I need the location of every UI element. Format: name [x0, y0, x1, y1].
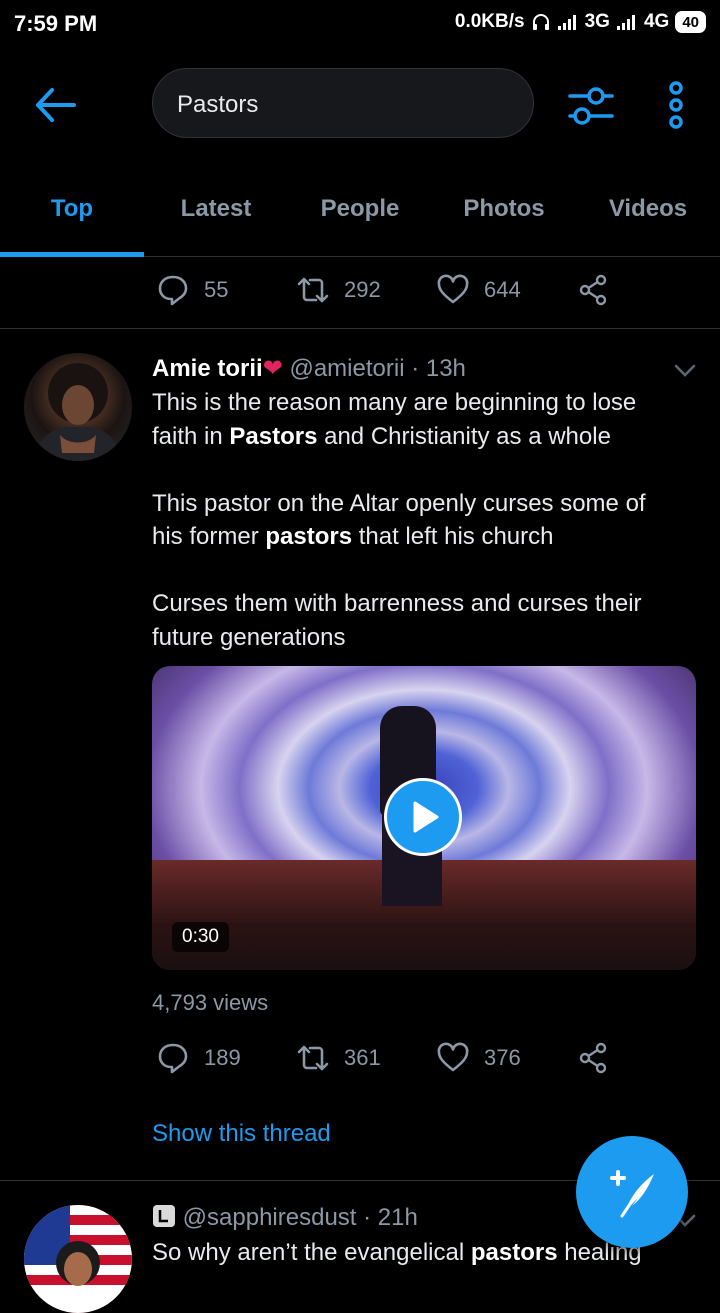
heart-emoji-icon: ❤: [262, 355, 283, 382]
play-button[interactable]: [384, 778, 462, 856]
text-span: Curses them with barrenness and curses t…: [152, 590, 642, 617]
text-line: This is the reason many are beginning to…: [152, 386, 682, 420]
chevron-down-icon[interactable]: [672, 360, 698, 380]
heart-icon: [437, 274, 469, 304]
reply-count: 55: [204, 277, 229, 302]
share-icon: [579, 274, 607, 306]
author-handle[interactable]: @sapphiresdust: [183, 1204, 357, 1231]
reply-button[interactable]: 189: [156, 1028, 241, 1088]
reply-icon: [158, 1043, 188, 1074]
network-3g: 3G: [584, 11, 610, 32]
avatar[interactable]: [24, 353, 132, 461]
search-tabs: Top Latest People Photos Videos: [0, 176, 720, 257]
text-span: This is the reason many are beginning to…: [152, 389, 637, 416]
text-span: This pastor on the Altar openly curses s…: [152, 489, 646, 517]
status-time: 7:59 PM: [14, 11, 98, 36]
tab-people[interactable]: People: [288, 176, 432, 256]
search-header: Pastors: [0, 60, 720, 150]
tab-latest[interactable]: Latest: [144, 176, 288, 256]
avatar-photo: [34, 363, 122, 461]
keyword-highlight: pastors: [470, 1239, 558, 1266]
filter-icon[interactable]: [566, 84, 616, 128]
retweet-icon: [297, 277, 329, 303]
show-thread-link[interactable]: Show this thread: [152, 1120, 331, 1148]
more-options-icon[interactable]: [662, 80, 690, 130]
tweet-text: This is the reason many are beginning to…: [152, 386, 682, 654]
author-handle[interactable]: @amietorii: [289, 355, 404, 382]
author-name[interactable]: Amie torii: [152, 355, 263, 382]
tab-photos[interactable]: Photos: [432, 176, 576, 256]
text-span: and Christianity as a whole: [317, 422, 611, 450]
compose-tweet-button[interactable]: [576, 1136, 688, 1248]
text-line: future generations: [152, 621, 682, 655]
prev-tweet-actions: 55 292 644: [0, 260, 720, 320]
text-line: This pastor on the Altar openly curses s…: [152, 487, 682, 521]
retweet-icon: [297, 1045, 329, 1071]
like-count: 644: [484, 277, 521, 302]
compose-feather-icon: [610, 1170, 654, 1218]
search-query: Pastors: [177, 91, 259, 118]
tab-videos[interactable]: Videos: [576, 176, 720, 256]
network-4g: 4G: [643, 11, 670, 32]
play-icon: [413, 801, 439, 833]
retweet-button[interactable]: 292: [296, 260, 381, 320]
text-span: his former: [152, 523, 266, 550]
battery-icon: 40: [675, 11, 706, 33]
share-button[interactable]: [576, 1028, 610, 1088]
avatar-flag-photo: [24, 1205, 132, 1313]
headset-icon: [532, 14, 549, 30]
retweet-count: 292: [344, 277, 381, 302]
text-line: his former pastors that left his church: [152, 520, 682, 554]
retweet-count: 361: [344, 1045, 381, 1070]
like-button[interactable]: 376: [436, 1028, 521, 1088]
share-button[interactable]: [576, 260, 610, 320]
text-line: Curses them with barrenness and curses t…: [152, 587, 682, 621]
tweet-header: Amie torii❤ @amietorii · 13h: [152, 354, 466, 383]
view-count: 4,793 views: [152, 990, 269, 1015]
video-duration: 0:30: [172, 922, 229, 952]
retweet-button[interactable]: 361: [296, 1028, 381, 1088]
tab-top[interactable]: Top: [0, 176, 144, 257]
tweet-time: · 13h: [411, 355, 466, 382]
status-right: 0.0KB/s 3G 4G 40: [455, 11, 706, 33]
tweet-time: · 21h: [363, 1204, 418, 1231]
status-bar: 7:59 PM 0.0KB/s 3G 4G 40: [0, 0, 720, 48]
back-arrow-icon[interactable]: [30, 82, 80, 128]
text-span: faith in: [152, 422, 230, 450]
tweet-actions: 189 361 376: [0, 1028, 720, 1088]
keyword-highlight: Pastors: [229, 422, 318, 450]
share-icon: [579, 1042, 607, 1074]
search-input[interactable]: Pastors: [152, 68, 534, 138]
signal-icon: [616, 15, 635, 30]
reply-count: 189: [204, 1045, 241, 1070]
video-player[interactable]: 0:30: [152, 666, 696, 970]
text-line: [152, 453, 682, 487]
reply-icon: [158, 275, 188, 306]
text-line: faith in Pastors and Christianity as a w…: [152, 420, 682, 454]
text-span: future generations: [152, 623, 346, 651]
signal-icon: [557, 15, 576, 30]
like-button[interactable]: 644: [436, 260, 521, 320]
keyword-highlight: pastors: [265, 523, 353, 550]
like-count: 376: [484, 1045, 521, 1070]
reply-button[interactable]: 55: [156, 260, 228, 320]
tweet-header: @sapphiresdust · 21h: [152, 1204, 418, 1232]
text-span: that left his church: [352, 523, 554, 550]
text-line: [152, 554, 682, 588]
heart-icon: [437, 1042, 469, 1072]
net-speed: 0.0KB/s: [454, 11, 525, 32]
text-span: So why aren’t the evangelical: [152, 1239, 471, 1266]
avatar[interactable]: [24, 1205, 132, 1313]
verified-list-icon: [153, 1205, 175, 1227]
divider: [0, 328, 720, 329]
